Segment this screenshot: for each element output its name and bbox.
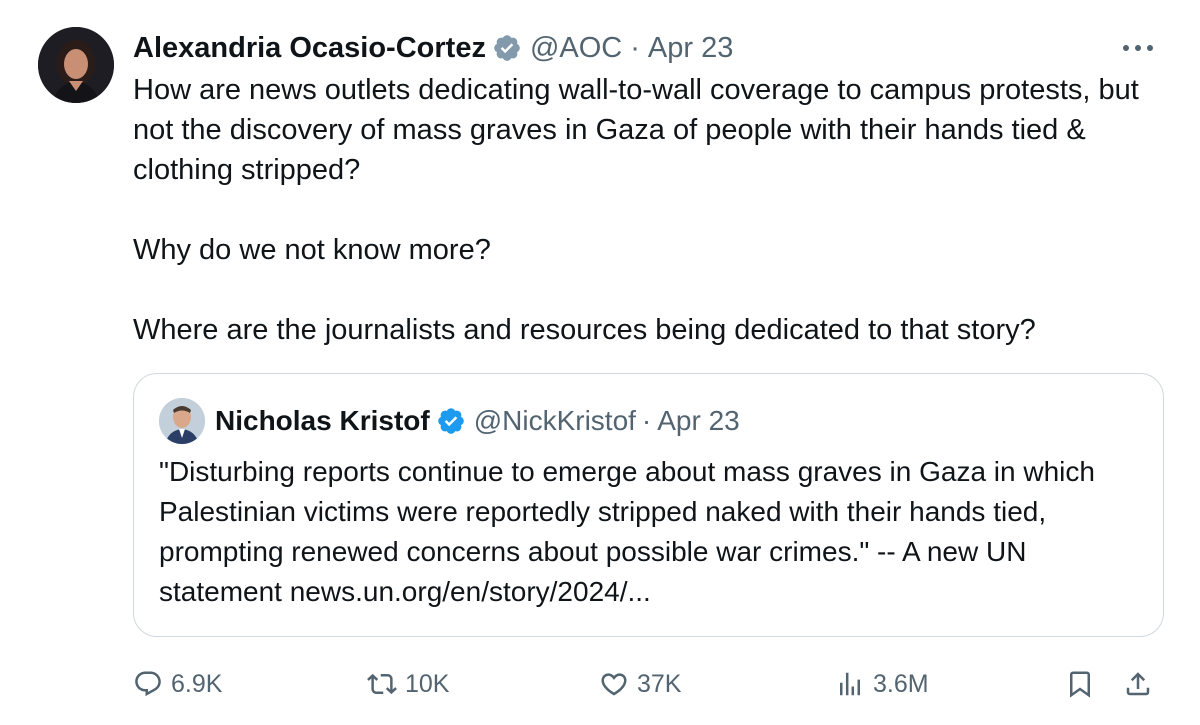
heart-icon	[601, 673, 627, 696]
like-button[interactable]: 37K	[599, 662, 681, 706]
reply-bubble-icon	[135, 671, 161, 697]
reply-button[interactable]: 6.9K	[133, 662, 222, 706]
quoted-tweet-text: "Disturbing reports continue to emerge a…	[159, 456, 1095, 607]
tweet-action-bar: 6.9K 10K 37K 3.6M	[133, 662, 1173, 706]
quoted-tweet[interactable]: Nicholas Kristof @NickKristof · Apr 23 "…	[133, 373, 1164, 637]
retweet-button[interactable]: 10K	[367, 662, 449, 706]
tweet-header: Alexandria Ocasio-Cortez @AOC · Apr 23	[133, 28, 1160, 68]
quoted-tweet-header: Nicholas Kristof @NickKristof · Apr 23	[159, 398, 740, 444]
tweet-date[interactable]: Apr 23	[648, 32, 733, 65]
tweet: Alexandria Ocasio-Cortez @AOC · Apr 23 H…	[0, 0, 1200, 725]
views-count: 3.6M	[873, 669, 929, 698]
tweet-text: How are news outlets dedicating wall-to-…	[133, 70, 1173, 350]
verified-badge-icon	[492, 33, 522, 63]
tweet-paragraph: Where are the journalists and resources …	[133, 314, 1036, 346]
views-button[interactable]: 3.6M	[835, 662, 929, 706]
retweet-icon	[367, 673, 397, 695]
views-bars-icon	[840, 672, 860, 696]
tweet-paragraph: How are news outlets dedicating wall-to-…	[133, 74, 1139, 186]
quoted-tweet-date[interactable]: Apr 23	[657, 405, 740, 437]
verified-badge-icon	[436, 406, 466, 436]
share-button[interactable]	[1123, 662, 1153, 706]
author-handle[interactable]: @AOC	[530, 32, 622, 65]
quoted-author-handle[interactable]: @NickKristof	[474, 405, 636, 437]
share-upload-icon	[1126, 672, 1150, 696]
more-dots-icon	[1123, 45, 1153, 51]
tweet-paragraph: Why do we not know more?	[133, 234, 491, 266]
header-separator: ·	[630, 31, 640, 64]
quoted-author-avatar[interactable]	[159, 398, 205, 444]
quoted-header-separator: ·	[641, 405, 652, 436]
more-options-button[interactable]	[1120, 30, 1156, 66]
bookmark-icon	[1070, 671, 1090, 698]
bookmark-button[interactable]	[1065, 662, 1095, 706]
author-name[interactable]: Alexandria Ocasio-Cortez	[133, 32, 486, 65]
quoted-author-name[interactable]: Nicholas Kristof	[215, 405, 430, 437]
author-avatar[interactable]	[38, 27, 114, 103]
reply-count: 6.9K	[171, 669, 223, 698]
like-count: 37K	[637, 669, 682, 698]
retweet-count: 10K	[405, 669, 450, 698]
